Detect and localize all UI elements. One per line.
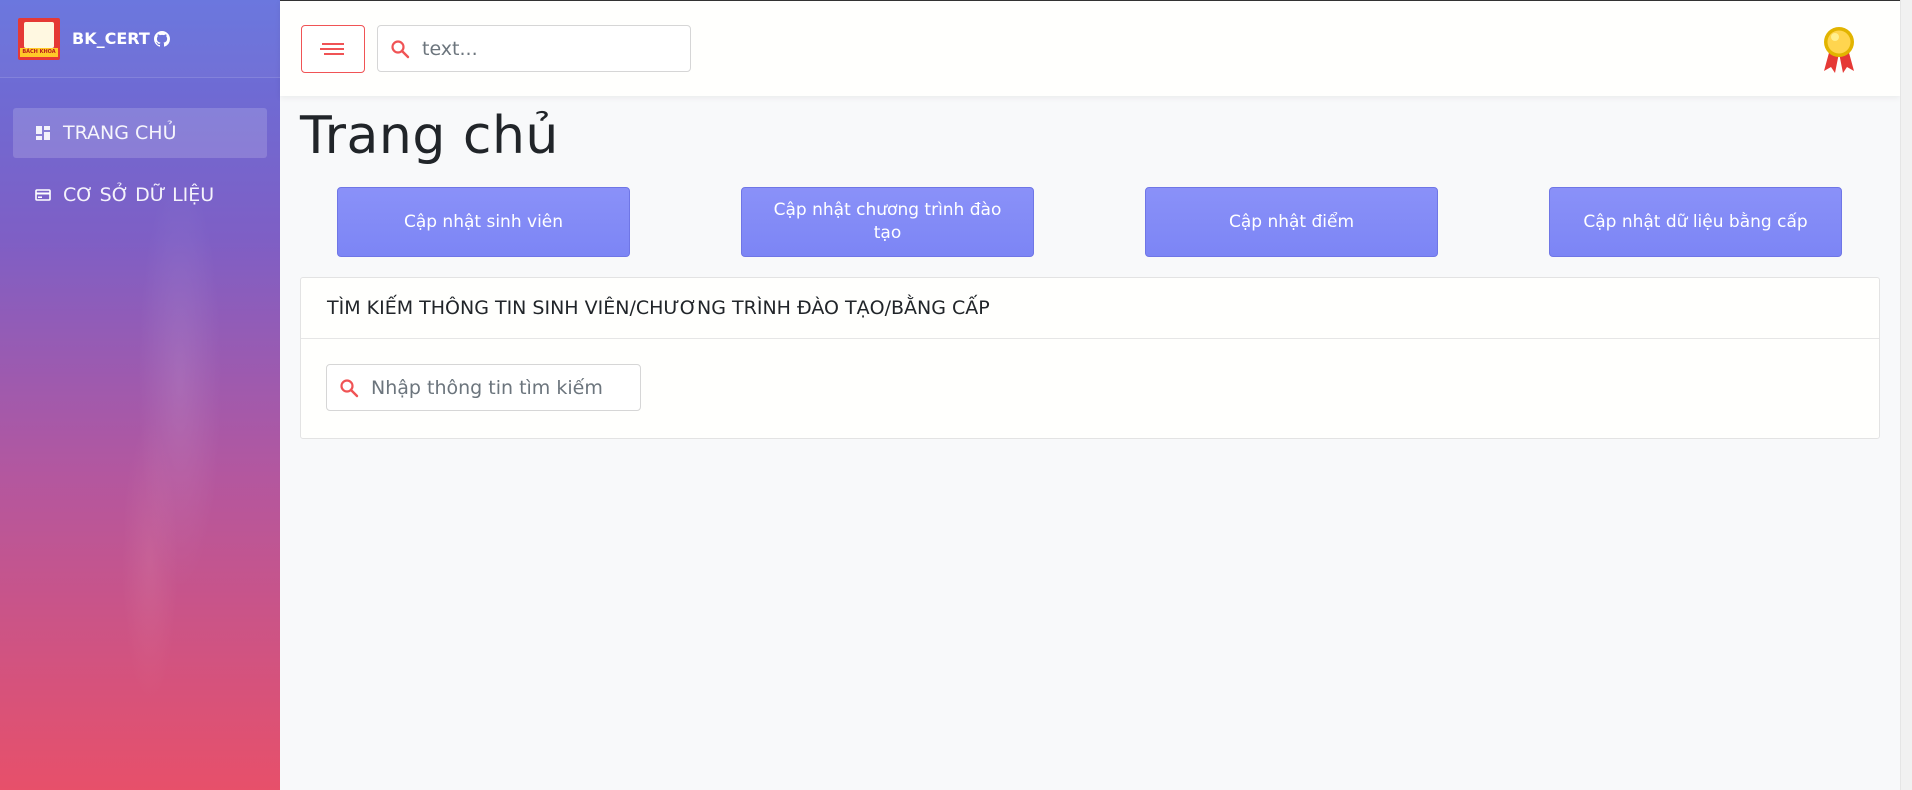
top-search-input[interactable] (422, 37, 652, 60)
update-students-button[interactable]: Cập nhật sinh viên (337, 187, 630, 257)
update-curriculum-button[interactable]: Cập nhật chương trình đào tạo (741, 187, 1034, 257)
info-search-input[interactable] (371, 376, 611, 399)
update-degree-data-button[interactable]: Cập nhật dữ liệu bằng cấp (1549, 187, 1842, 257)
sidebar-item-label: TRANG CHỦ (63, 122, 177, 144)
sidebar-item-trang-chu[interactable]: TRANG CHỦ (13, 108, 267, 158)
search-card-header: TÌM KIẾM THÔNG TIN SINH VIÊN/CHƯƠNG TRÌN… (301, 278, 1879, 339)
search-icon (391, 39, 410, 58)
sidebar-item-co-so-du-lieu[interactable]: CƠ SỞ DỮ LIỆU (13, 170, 267, 220)
school-logo: BÁCH KHOA (18, 17, 60, 60)
github-icon[interactable] (153, 30, 170, 47)
top-search[interactable] (377, 25, 691, 72)
scrollbar[interactable] (1900, 0, 1912, 790)
logo-text: BÁCH KHOA (20, 47, 58, 57)
action-buttons: Cập nhật sinh viên Cập nhật chương trình… (337, 187, 1842, 257)
search-card: TÌM KIẾM THÔNG TIN SINH VIÊN/CHƯƠNG TRÌN… (300, 277, 1880, 439)
database-icon (35, 189, 51, 201)
medal-icon[interactable] (1820, 25, 1858, 73)
brand[interactable]: BÁCH KHOA BK_CERT (0, 0, 280, 78)
brand-label: BK_CERT (72, 29, 150, 48)
sidebar-nav: TRANG CHỦ CƠ SỞ DỮ LIỆU (0, 78, 280, 220)
topbar (280, 0, 1900, 96)
sidebar: BÁCH KHOA BK_CERT TRANG CHỦ CƠ SỞ DỮ LIỆ… (0, 0, 280, 790)
info-search[interactable] (326, 364, 641, 411)
page-title: Trang chủ (300, 106, 559, 166)
hamburger-icon (320, 42, 344, 55)
search-icon (340, 378, 359, 397)
menu-toggle-button[interactable] (301, 24, 365, 73)
dashboard-icon (36, 126, 50, 140)
brand-name[interactable]: BK_CERT (72, 29, 170, 48)
update-grades-button[interactable]: Cập nhật điểm (1145, 187, 1438, 257)
sidebar-item-label: CƠ SỞ DỮ LIỆU (63, 184, 215, 206)
